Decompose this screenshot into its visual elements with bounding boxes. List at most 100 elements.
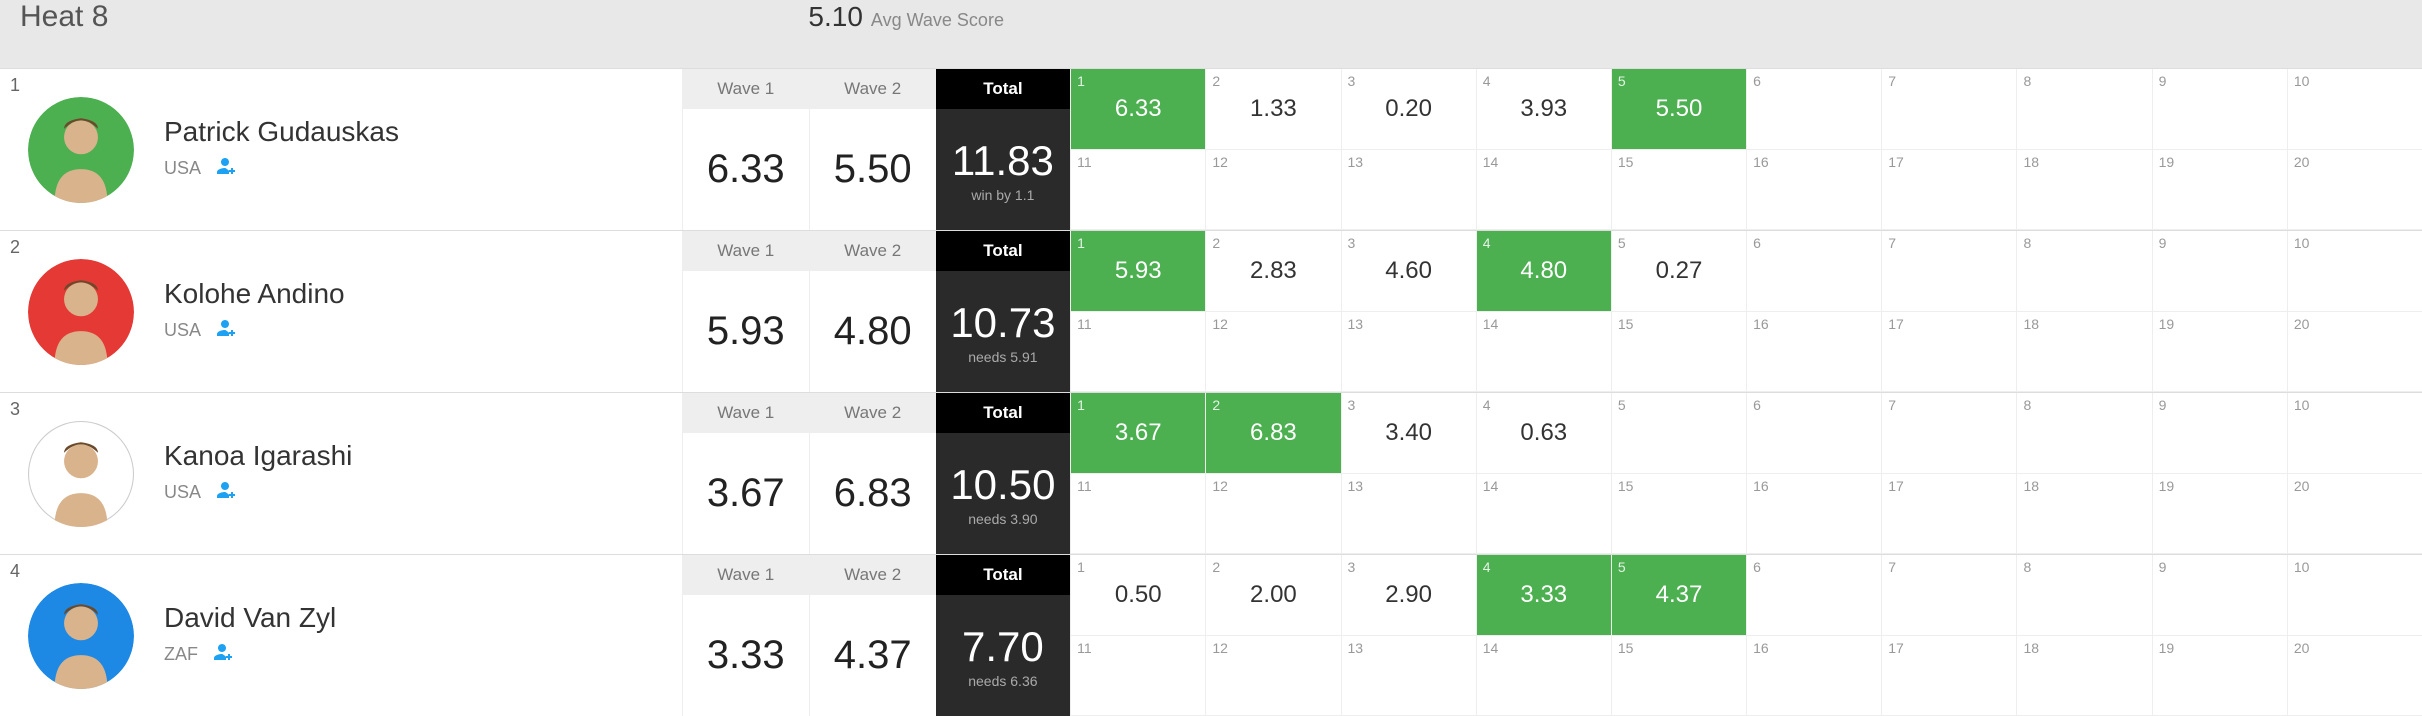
wave-index: 7 <box>1888 235 1896 251</box>
wave-cell: 9 <box>2152 231 2287 312</box>
wave-index: 9 <box>2159 559 2167 575</box>
surfer-avatar[interactable] <box>28 583 134 689</box>
wave-index: 12 <box>1212 478 1228 494</box>
wave-cell: 19 <box>2152 312 2287 393</box>
wave2-column: Wave 2 6.83 <box>809 393 936 554</box>
wave-cell: 15 <box>1611 150 1746 231</box>
wave-index: 19 <box>2159 154 2175 170</box>
surfer-info: 3 Kanoa Igarashi USA <box>0 393 682 554</box>
total-score: 7.70 <box>962 623 1044 671</box>
wave-cell: 11 <box>1070 474 1205 555</box>
surfer-avatar[interactable] <box>28 421 134 527</box>
total-label: Total <box>936 69 1070 109</box>
wave-index: 6 <box>1753 235 1761 251</box>
wave-cell: 11 <box>1070 312 1205 393</box>
wave-index: 5 <box>1618 235 1626 251</box>
surfer-country: USA <box>164 320 201 341</box>
wave2-score: 4.80 <box>810 271 936 392</box>
total-label: Total <box>936 555 1070 595</box>
wave-index: 3 <box>1348 73 1356 89</box>
wave2-label: Wave 2 <box>810 231 936 271</box>
wave-grid: 10.5022.0032.9043.3354.37678910111213141… <box>1070 555 2422 716</box>
wave-index: 15 <box>1618 154 1634 170</box>
wave-cell: 20 <box>2287 150 2422 231</box>
wave-index: 6 <box>1753 73 1761 89</box>
wave-index: 1 <box>1077 235 1085 251</box>
wave-index: 2 <box>1212 559 1220 575</box>
wave-cell: 8 <box>2016 69 2151 150</box>
surfer-avatar[interactable] <box>28 259 134 365</box>
surfer-name[interactable]: David Van Zyl <box>164 602 336 634</box>
wave-score: 0.27 <box>1656 257 1703 285</box>
wave-index: 18 <box>2023 154 2039 170</box>
wave-cell: 10 <box>2287 555 2422 636</box>
wave-cell: 6 <box>1746 231 1881 312</box>
wave-cell: 18 <box>2016 312 2151 393</box>
follow-icon[interactable] <box>210 640 234 670</box>
wave-score: 2.00 <box>1250 581 1297 609</box>
surfer-name[interactable]: Patrick Gudauskas <box>164 116 399 148</box>
wave-index: 15 <box>1618 478 1634 494</box>
wave-index: 5 <box>1618 397 1626 413</box>
follow-icon[interactable] <box>213 154 237 184</box>
wave-index: 14 <box>1483 478 1499 494</box>
wave-index: 20 <box>2294 478 2310 494</box>
total-status: needs 3.90 <box>968 511 1037 527</box>
surfer-avatar[interactable] <box>28 97 134 203</box>
follow-icon[interactable] <box>213 316 237 346</box>
wave-cell: 40.63 <box>1476 393 1611 474</box>
wave-grid: 15.9322.8334.6044.8050.27678910111213141… <box>1070 231 2422 392</box>
wave-score: 5.50 <box>1656 95 1703 123</box>
wave-index: 8 <box>2023 73 2031 89</box>
surfer-info: 1 Patrick Gudauskas USA <box>0 69 682 230</box>
wave-cell: 15 <box>1611 474 1746 555</box>
wave-cell: 34.60 <box>1341 231 1476 312</box>
wave-cell: 20 <box>2287 474 2422 555</box>
rank: 3 <box>10 399 20 420</box>
wave-score: 3.67 <box>1115 419 1162 447</box>
wave-cell: 19 <box>2152 474 2287 555</box>
wave-cell: 17 <box>1881 474 2016 555</box>
wave-index: 16 <box>1753 154 1769 170</box>
wave-index: 14 <box>1483 316 1499 332</box>
wave-index: 17 <box>1888 316 1904 332</box>
total-column: Total 10.50 needs 3.90 <box>936 393 1070 554</box>
total-column: Total 7.70 needs 6.36 <box>936 555 1070 716</box>
wave2-score: 4.37 <box>810 595 936 716</box>
wave-index: 20 <box>2294 640 2310 656</box>
wave2-column: Wave 2 4.80 <box>809 231 936 392</box>
wave-index: 2 <box>1212 397 1220 413</box>
wave-index: 4 <box>1483 235 1491 251</box>
wave-cell: 43.93 <box>1476 69 1611 150</box>
wave-index: 18 <box>2023 478 2039 494</box>
wave-index: 11 <box>1077 316 1092 332</box>
wave-cell: 7 <box>1881 69 2016 150</box>
avg-wave-score: 5.10 Avg Wave Score <box>808 1 1004 33</box>
surfer-country: ZAF <box>164 644 198 665</box>
surfer-name[interactable]: Kolohe Andino <box>164 278 345 310</box>
wave-score: 0.50 <box>1115 581 1162 609</box>
wave2-column: Wave 2 5.50 <box>809 69 936 230</box>
surfer-name[interactable]: Kanoa Igarashi <box>164 440 352 472</box>
wave-index: 7 <box>1888 559 1896 575</box>
wave-cell: 12 <box>1205 636 1340 716</box>
wave-index: 3 <box>1348 397 1356 413</box>
total-column: Total 11.83 win by 1.1 <box>936 69 1070 230</box>
wave-index: 1 <box>1077 73 1085 89</box>
wave-index: 15 <box>1618 316 1634 332</box>
surfer-info: 4 David Van Zyl ZAF <box>0 555 682 716</box>
wave-cell: 14 <box>1476 150 1611 231</box>
wave-cell: 6 <box>1746 555 1881 636</box>
wave-cell: 17 <box>1881 636 2016 716</box>
wave-score: 2.83 <box>1250 257 1297 285</box>
wave1-score: 5.93 <box>683 271 809 392</box>
wave-index: 11 <box>1077 154 1092 170</box>
wave1-score: 6.33 <box>683 109 809 230</box>
avg-score-label: Avg Wave Score <box>871 10 1004 31</box>
wave-cell: 15 <box>1611 312 1746 393</box>
wave-cell: 7 <box>1881 393 2016 474</box>
follow-icon[interactable] <box>213 478 237 508</box>
wave-cell: 10 <box>2287 231 2422 312</box>
wave-cell: 5 <box>1611 393 1746 474</box>
wave-index: 13 <box>1348 640 1364 656</box>
